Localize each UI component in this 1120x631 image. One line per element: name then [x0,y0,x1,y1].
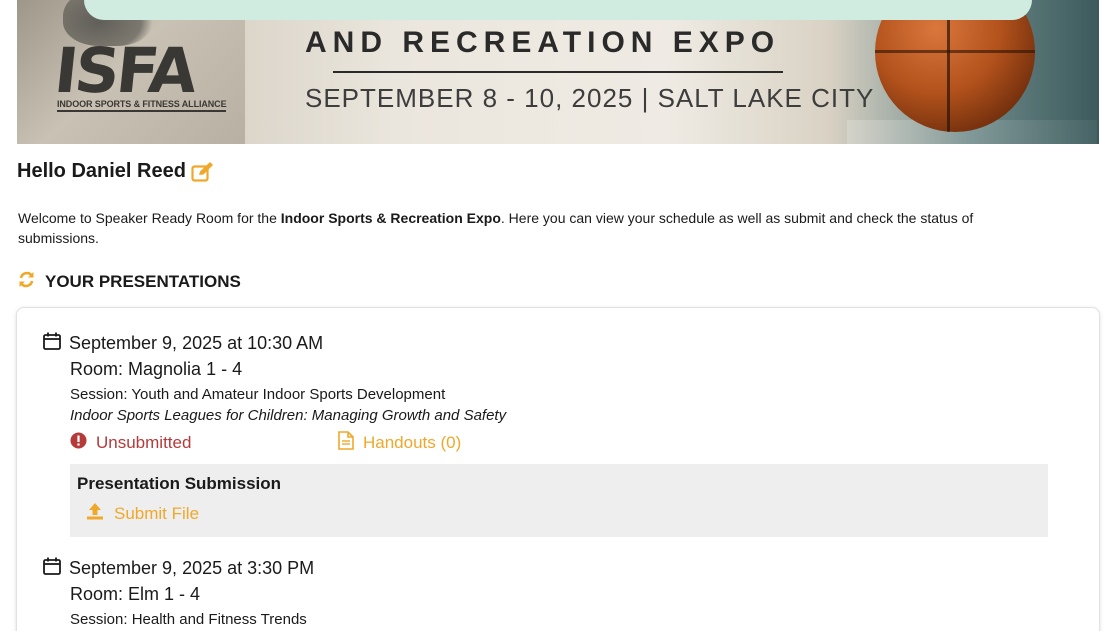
expo-title: AND RECREATION EXPO [305,26,781,59]
status-row: Unsubmitted Handouts (0) [70,431,1048,455]
presentation-submission-box: Presentation Submission Submit File [70,464,1048,537]
expo-date: SEPTEMBER 8 - 10, 2025 | SALT LAKE CITY [305,83,875,113]
refresh-icon[interactable] [18,271,35,293]
submit-file-button[interactable]: Submit File [86,502,1041,525]
presentation-title: Indoor Sports Leagues for Children: Mana… [70,407,507,424]
section-title: YOUR PRESENTATIONS [45,272,241,291]
presentation-date: September 9, 2025 at 3:30 PM [69,558,315,578]
banner-divider [333,71,783,73]
document-icon [338,431,354,455]
handouts-link[interactable]: Handouts (0) [338,431,461,455]
upload-icon [86,502,104,525]
handouts-label: Handouts (0) [363,433,462,452]
submission-heading: Presentation Submission [77,474,282,493]
presentation-date: September 9, 2025 at 10:30 AM [69,333,324,353]
presentations-header: YOUR PRESENTATIONS [18,271,241,293]
welcome-message: Welcome to Speaker Ready Room for the In… [18,208,1048,248]
exclamation-circle-icon [70,432,87,454]
presentation-item: September 9, 2025 at 10:30 AM Room: Magn… [43,332,1048,537]
date-row: September 9, 2025 at 10:30 AM [43,332,1048,355]
presentation-item: September 9, 2025 at 3:30 PM Room: Elm 1… [43,557,314,628]
presentation-room: Room: Magnolia 1 - 4 [70,359,243,379]
calendar-icon [43,332,61,355]
greeting-row: Hello Daniel Reed [17,160,215,183]
logo-subtitle: INDOOR SPORTS & FITNESS ALLIANCE [57,99,227,112]
greeting-text: Hello Daniel Reed [17,160,186,182]
submission-status: Unsubmitted [70,432,338,454]
basketball-seam [875,50,1035,53]
edit-icon[interactable] [191,161,215,183]
isfa-logo: ISFA [51,34,198,107]
presentation-session: Session: Youth and Amateur Indoor Sports… [70,386,446,403]
presentation-session: Session: Health and Fitness Trends [70,611,307,628]
welcome-prefix: Welcome to Speaker Ready Room for the [18,210,281,226]
event-banner: ISFA INDOOR SPORTS & FITNESS ALLIANCE AN… [17,0,1099,144]
presentations-card: September 9, 2025 at 10:30 AM Room: Magn… [16,307,1100,631]
calendar-icon [43,557,61,580]
top-header-bar [84,0,1032,20]
date-row: September 9, 2025 at 3:30 PM [43,557,314,580]
presentation-room: Room: Elm 1 - 4 [70,584,201,604]
event-name: Indoor Sports & Recreation Expo [280,210,501,226]
status-label: Unsubmitted [96,433,192,452]
submit-file-label: Submit File [114,503,200,523]
